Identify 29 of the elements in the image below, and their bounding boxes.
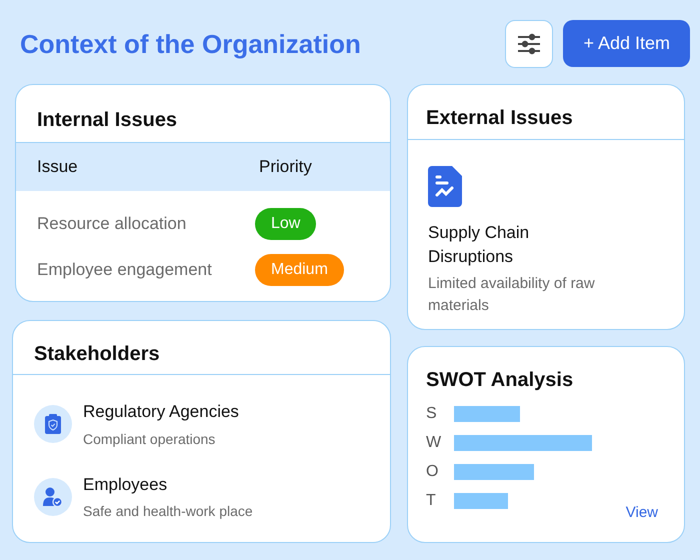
issue-description: Limited availability of raw materials [428,274,596,316]
issue-title: Supply Chain Disruptions [428,222,530,268]
swot-label: S [426,404,438,424]
sliders-icon [517,33,542,55]
column-header: Priority [259,156,312,178]
view-link[interactable]: View [626,502,658,524]
priority-badge: Medium [255,254,344,286]
card-title: SWOT Analysis [426,368,574,393]
card-title: External Issues [408,85,684,140]
column-header: Issue [37,156,79,178]
card-title: Stakeholders [13,321,390,375]
stakeholder-description: Compliant operations [83,430,216,449]
priority-badge: Low [255,208,316,240]
table-cell-text: Employee engagement [37,259,213,282]
stakeholder-description: Safe and health-work place [83,502,253,521]
add-item-button[interactable]: + Add Item [563,20,690,67]
user-check-icon [43,486,63,507]
document-chart-icon [428,166,462,207]
page-title: Context of the Organization [20,28,361,60]
swot-label: T [426,491,437,511]
swot-label: W [426,433,442,453]
clipboard-shield-icon [45,414,61,434]
stakeholder-name: Regulatory Agencies [83,401,239,423]
filter-button[interactable] [505,20,554,68]
swot-bar [454,493,508,509]
swot-label: O [426,462,440,482]
table-cell-text: Resource allocation [37,213,188,236]
swot-bar [454,406,520,422]
stakeholder-name: Employees [83,474,168,496]
